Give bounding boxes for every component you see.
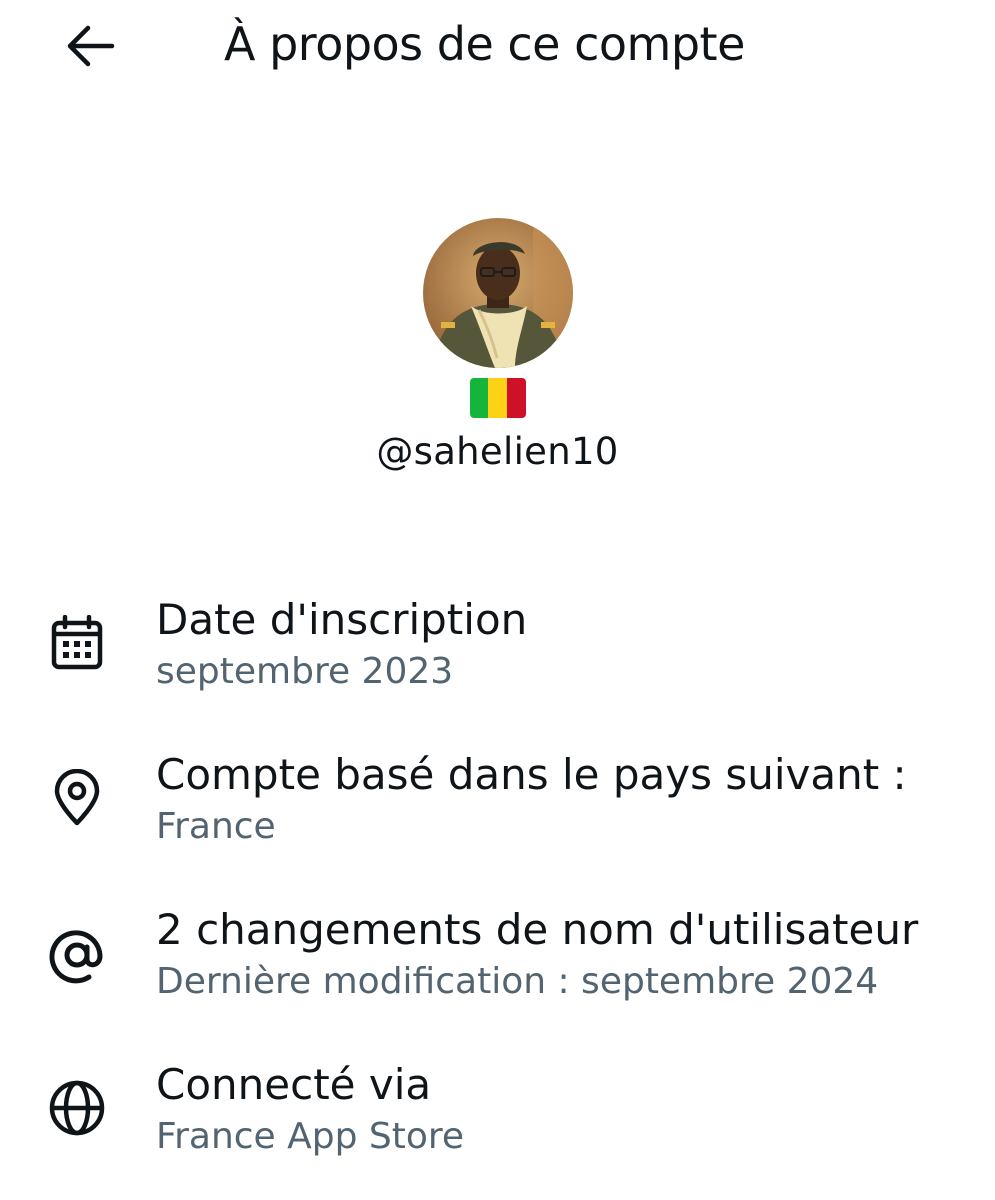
connected-via-label: Connecté via [156,1060,432,1109]
join-date-label: Date d'inscription [156,595,528,644]
account-country-label: Compte basé dans le pays suivant : [156,750,907,799]
location-pin-icon [46,767,108,829]
at-sign-icon [46,924,108,986]
mali-flag [469,378,526,418]
connected-via-value: France App Store [156,1116,465,1157]
avatar[interactable] [422,218,573,368]
back-button[interactable] [58,18,122,74]
account-country-item: Compte basé dans le pays suivant : Franc… [0,747,995,867]
globe-icon [46,1077,108,1139]
page-title: À propos de ce compte [224,17,745,71]
arrow-left-icon [67,25,115,67]
join-date-item: Date d'inscription septembre 2023 [0,592,995,712]
join-date-value: septembre 2023 [156,651,454,692]
connected-via-item: Connecté via France App Store [0,1057,995,1177]
profile-photo [422,218,573,368]
username-changes-item: 2 changements de nom d'utilisateur Derni… [0,902,995,1022]
username-changes-label: 2 changements de nom d'utilisateur [156,905,919,954]
username-handle: @sahelien10 [376,430,619,473]
username-changes-value: Dernière modification : septembre 2024 [156,961,879,1002]
profile-summary: @sahelien10 [0,218,995,476]
top-bar: À propos de ce compte [0,0,995,92]
calendar-icon [46,612,108,674]
account-country-value: France [156,806,276,847]
